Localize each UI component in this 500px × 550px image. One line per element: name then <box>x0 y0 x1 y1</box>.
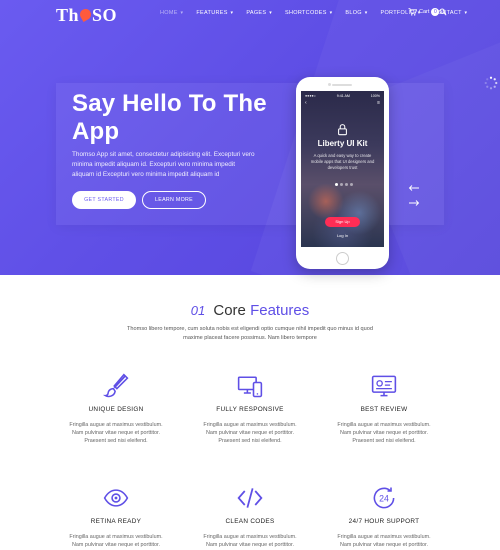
svg-text:24: 24 <box>379 494 389 504</box>
chevron-down-icon: ▾ <box>464 10 468 16</box>
eye-icon <box>103 489 129 507</box>
feature-card: FULLY RESPONSIVE Fringilla augue at maxi… <box>200 372 300 445</box>
get-started-button[interactable]: GET STARTED <box>72 191 136 209</box>
section-number: 01 <box>190 303 206 318</box>
carousel-dot <box>350 183 353 186</box>
app-description: A quick and easy way to create mobile ap… <box>310 153 375 170</box>
lock-icon <box>338 124 347 136</box>
cart-link[interactable]: Cart 0 <box>408 8 440 16</box>
feature-text: Fringilla augue at maximus vestibulum. N… <box>337 534 431 548</box>
feature-title: FULLY RESPONSIVE <box>216 406 284 413</box>
section-title-highlight: Features <box>250 302 310 319</box>
feature-card: CLEAN CODES Fringilla augue at maximus v… <box>200 484 300 550</box>
feature-title: UNIQUE DESIGN <box>88 406 144 413</box>
feature-card: BEST REVIEW Fringilla augue at maximus v… <box>334 372 434 445</box>
sign-up-button[interactable]: Sign Up <box>325 217 360 227</box>
phone-camera <box>328 83 331 86</box>
chevron-down-icon: ▾ <box>364 10 368 16</box>
carousel-dot <box>340 183 343 186</box>
features-heading: 01 Core Features <box>0 302 500 319</box>
feature-text: Fringilla augue at maximus vestibulum. N… <box>203 534 297 548</box>
nav-item-blog[interactable]: BLOG ▾ <box>345 10 367 16</box>
feature-text: Fringilla augue at maximus vestibulum. N… <box>337 422 431 444</box>
battery-indicator: 100% <box>370 94 380 98</box>
chevron-down-icon: ▾ <box>180 10 184 16</box>
logo-mark-icon <box>78 6 94 23</box>
menu-icon: ≡ <box>377 100 380 106</box>
carousel-dots <box>335 183 353 186</box>
arrow-left-icon[interactable] <box>408 185 420 191</box>
features-subtitle: Thomso libero tempore, cum soluta nobis … <box>127 326 373 341</box>
brush-icon <box>102 373 129 398</box>
learn-more-button[interactable]: LEARN MORE <box>142 191 206 209</box>
carousel-dot <box>345 183 348 186</box>
support-24-icon: 24 <box>373 487 395 509</box>
feature-title: 24/7 HOUR SUPPORT <box>348 518 420 525</box>
hero-description: Thomso App sit amet, consectetur adipisi… <box>72 151 255 178</box>
phone-time: 9:41 AM <box>336 94 350 98</box>
code-icon <box>237 488 263 508</box>
phone-speaker <box>332 84 352 86</box>
feature-card: RETINA READY Fringilla augue at maximus … <box>66 484 166 550</box>
cart-icon <box>408 8 417 16</box>
carousel-dot <box>335 183 338 186</box>
log-in-button[interactable]: Log In <box>325 231 360 241</box>
phone-mockup: ●●●●○ 9:41 AM 100% ‹ ≡ Liberty UI Kit A … <box>296 77 389 269</box>
chevron-down-icon: ▾ <box>269 10 273 16</box>
phone-status-bar: ●●●●○ 9:41 AM 100% <box>305 93 380 99</box>
feature-title: CLEAN CODES <box>225 518 275 525</box>
nav-item-features[interactable]: FEATURES ▾ <box>196 10 233 16</box>
logo[interactable]: Th SO <box>56 5 117 26</box>
feature-title: BEST REVIEW <box>360 406 408 413</box>
review-icon <box>371 375 397 397</box>
feature-title: RETINA READY <box>90 518 142 525</box>
chevron-down-icon: ▾ <box>230 10 234 16</box>
section-title-plain: Core <box>213 302 246 319</box>
nav-item-shortcodes[interactable]: SHORTCODES ▾ <box>285 10 332 16</box>
nav-item-pages[interactable]: PAGES ▾ <box>246 10 272 16</box>
arrow-right-icon[interactable] <box>408 200 420 206</box>
phone-screen: ●●●●○ 9:41 AM 100% ‹ ≡ Liberty UI Kit A … <box>301 91 384 247</box>
app-title: Liberty UI Kit <box>317 139 368 148</box>
feature-text: Fringilla augue at maximus vestibulum. N… <box>69 422 163 444</box>
chevron-down-icon: ▾ <box>329 10 333 16</box>
phone-app-bar: ‹ ≡ <box>305 100 380 106</box>
feature-card: UNIQUE DESIGN Fringilla augue at maximus… <box>66 372 166 445</box>
hero-title: Say Hello To The App <box>72 90 267 145</box>
devices-icon <box>237 376 263 398</box>
back-icon: ‹ <box>305 100 307 106</box>
nav-item-home[interactable]: HOME ▾ <box>160 10 183 16</box>
feature-text: Fringilla augue at maximus vestibulum. N… <box>69 534 163 548</box>
cart-label: Cart <box>419 9 430 15</box>
signal-indicator: ●●●●○ <box>305 94 316 98</box>
feature-text: Fringilla augue at maximus vestibulum. N… <box>203 422 297 444</box>
phone-home-button <box>336 252 349 265</box>
search-icon[interactable] <box>439 8 447 16</box>
loading-spinner-icon <box>484 76 498 90</box>
feature-card: 24 24/7 HOUR SUPPORT Fringilla augue at … <box>334 484 434 550</box>
